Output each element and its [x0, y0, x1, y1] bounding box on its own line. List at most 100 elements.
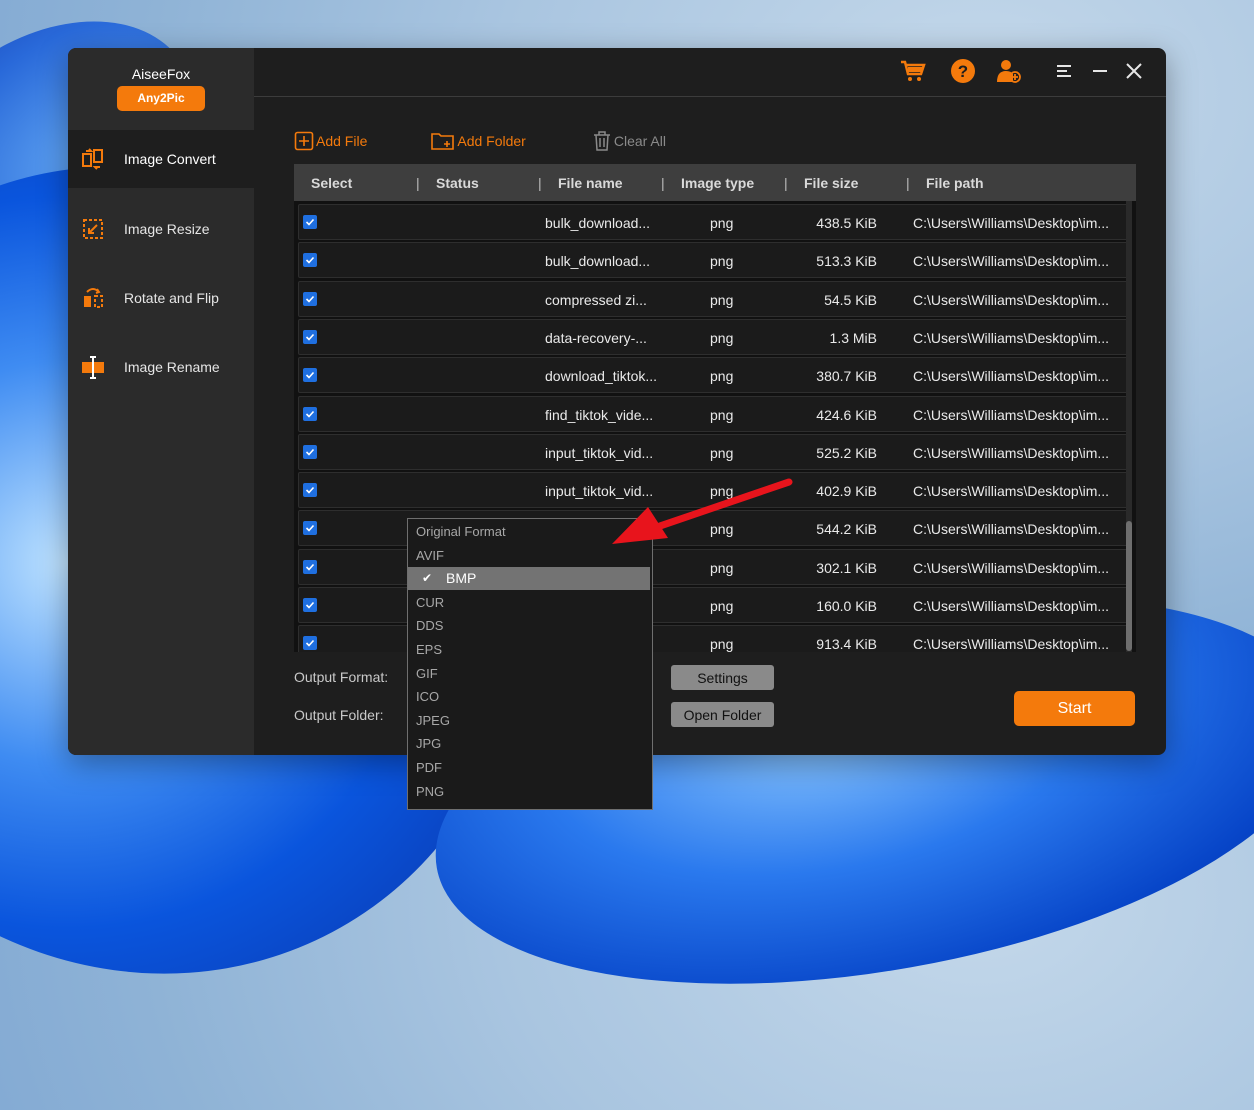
table-row[interactable]: compressed zi... png 54.5 KiB C:\Users\Will…: [298, 280, 1128, 317]
row-checkbox[interactable]: [303, 444, 317, 459]
format-option[interactable]: ICO: [408, 685, 650, 708]
file-size-cell: 302.1 KiB: [816, 559, 877, 576]
row-checkbox[interactable]: [303, 368, 317, 383]
sidebar-item-image-rename[interactable]: Image Rename: [68, 338, 254, 396]
file-path-cell: C:\Users\Williams\Desktop\im...: [913, 406, 1110, 423]
file-size-cell: 913.4 KiB: [816, 636, 877, 652]
table-row[interactable]: download_tiktok... png 380.7 KiB C:\Users\W…: [298, 357, 1128, 394]
file-name-cell: input_tiktok_vid...: [545, 483, 654, 500]
close-icon[interactable]: [1126, 63, 1142, 79]
file-name-cell: bulk_download...: [545, 253, 651, 270]
format-option-label: Original Format: [416, 524, 506, 539]
table-row[interactable]: input_tiktok_vid... png 402.9 KiB C:\Users\…: [298, 472, 1128, 509]
format-option[interactable]: GIF: [408, 662, 650, 685]
sidebar-item-rotate-flip[interactable]: Rotate and Flip: [68, 269, 254, 327]
image-type-cell: png: [710, 329, 734, 346]
file-path-cell: C:\Users\Williams\Desktop\im...: [913, 368, 1110, 385]
output-format-dropdown[interactable]: Original Format AVIF ✔ BMP CUR DDS EPS GIF ICO JP…: [407, 518, 653, 810]
format-option[interactable]: Original Format: [408, 520, 650, 543]
rotate-flip-icon: [80, 285, 106, 311]
minimize-icon[interactable]: [1092, 64, 1108, 78]
add-folder-label: Add Folder: [457, 133, 526, 149]
file-path-cell: C:\Users\Williams\Desktop\im...: [913, 521, 1110, 538]
product-badge: Any2Pic: [117, 86, 205, 111]
file-name-cell: bulk_download...: [545, 215, 651, 231]
add-file-button[interactable]: Add File: [294, 131, 367, 151]
format-option-label: PDF: [416, 760, 442, 775]
format-option-label: PNG: [416, 783, 445, 799]
account-icon[interactable]: [996, 58, 1022, 84]
format-option[interactable]: JPEG: [408, 709, 650, 732]
format-option[interactable]: PNG: [408, 780, 650, 803]
column-header-file-name[interactable]: File name: [558, 175, 623, 191]
start-button[interactable]: Start: [1014, 691, 1135, 726]
svg-text:?: ?: [958, 62, 968, 81]
sidebar-item-label: Rotate and Flip: [124, 290, 219, 306]
file-path-cell: C:\Users\Williams\Desktop\im...: [913, 291, 1110, 308]
file-path-cell: C:\Users\Williams\Desktop\im...: [913, 559, 1110, 576]
cart-icon[interactable]: [900, 59, 926, 83]
scrollbar-thumb[interactable]: [1126, 521, 1132, 651]
format-option[interactable]: PDF: [408, 756, 650, 779]
format-option[interactable]: AVIF: [408, 544, 650, 567]
row-checkbox[interactable]: [303, 598, 317, 612]
image-type-cell: png: [710, 368, 734, 385]
file-size-cell: 54.5 KiB: [824, 291, 877, 308]
image-type-cell: png: [710, 406, 734, 423]
row-checkbox[interactable]: [303, 215, 317, 229]
table-row[interactable]: bulk_download... png 438.5 KiB C:\Users\Wil…: [298, 204, 1128, 240]
format-option[interactable]: EPS: [408, 638, 650, 661]
file-name-cell: data-recovery-...: [545, 329, 647, 346]
format-option-label: DDS: [416, 618, 444, 634]
table-row[interactable]: input_tiktok_vid... png 525.2 KiB C:\Users\…: [298, 433, 1128, 470]
table-row[interactable]: bulk_download... png 513.3 KiB C:\Users\Wil…: [298, 242, 1128, 279]
column-header-file-path[interactable]: File path: [926, 175, 984, 191]
row-checkbox[interactable]: [303, 559, 317, 574]
format-option-label: JPEG: [416, 712, 450, 728]
settings-button[interactable]: Settings: [671, 665, 774, 690]
app-name: AiseeFox: [131, 66, 191, 82]
table-row[interactable]: find_tiktok_vide... png 424.6 KiB C:\Users\…: [298, 395, 1128, 432]
format-option[interactable]: CUR: [408, 591, 650, 614]
header-divider: [254, 96, 1166, 97]
file-size-cell: 380.7 KiB: [816, 368, 877, 385]
column-header-file-size[interactable]: File size: [804, 175, 858, 191]
row-checkbox[interactable]: [303, 329, 317, 344]
sidebar-item-label: Image Convert: [124, 151, 216, 167]
open-folder-button[interactable]: Open Folder: [671, 702, 774, 727]
row-checkbox[interactable]: [303, 521, 317, 536]
image-type-cell: png: [710, 636, 734, 652]
image-type-cell: png: [710, 291, 734, 308]
add-folder-icon: [431, 133, 455, 150]
table-scrollbar[interactable]: [1126, 201, 1132, 652]
table-row[interactable]: data-recovery-... png 1.3 MiB C:\Users\Will…: [298, 318, 1128, 355]
column-header-status[interactable]: Status: [436, 175, 479, 191]
column-separator: |: [906, 175, 910, 191]
clear-all-button[interactable]: Clear All: [592, 130, 666, 152]
file-size-cell: 513.3 KiB: [816, 253, 877, 270]
format-option[interactable]: JPG: [408, 732, 650, 755]
output-folder-label: Output Folder:: [294, 707, 384, 723]
menu-icon[interactable]: [1056, 64, 1072, 78]
column-header-image-type[interactable]: Image type: [681, 175, 754, 191]
column-separator: |: [416, 175, 420, 191]
help-icon[interactable]: ?: [950, 58, 976, 84]
image-rename-icon: [80, 354, 106, 380]
row-checkbox[interactable]: [303, 253, 317, 268]
file-name-cell: input_tiktok_vid...: [545, 444, 654, 461]
image-type-cell: png: [710, 559, 734, 576]
add-folder-button[interactable]: Add Folder: [431, 131, 526, 151]
row-checkbox[interactable]: [303, 291, 317, 306]
row-checkbox[interactable]: [303, 406, 317, 421]
format-option[interactable]: DDS: [408, 614, 650, 637]
sidebar-item-image-resize[interactable]: Image Resize: [68, 200, 254, 258]
output-format-label: Output Format:: [294, 669, 389, 685]
format-option[interactable]: ✔ BMP: [408, 567, 650, 591]
column-header-select[interactable]: Select: [311, 175, 352, 191]
file-path-cell: C:\Users\Williams\Desktop\im...: [913, 636, 1110, 652]
row-checkbox[interactable]: [303, 636, 317, 651]
sidebar-item-image-convert[interactable]: Image Convert: [68, 130, 254, 188]
row-checkbox[interactable]: [303, 483, 317, 498]
image-type-cell: png: [710, 215, 734, 231]
file-path-cell: C:\Users\Williams\Desktop\im...: [913, 444, 1110, 461]
